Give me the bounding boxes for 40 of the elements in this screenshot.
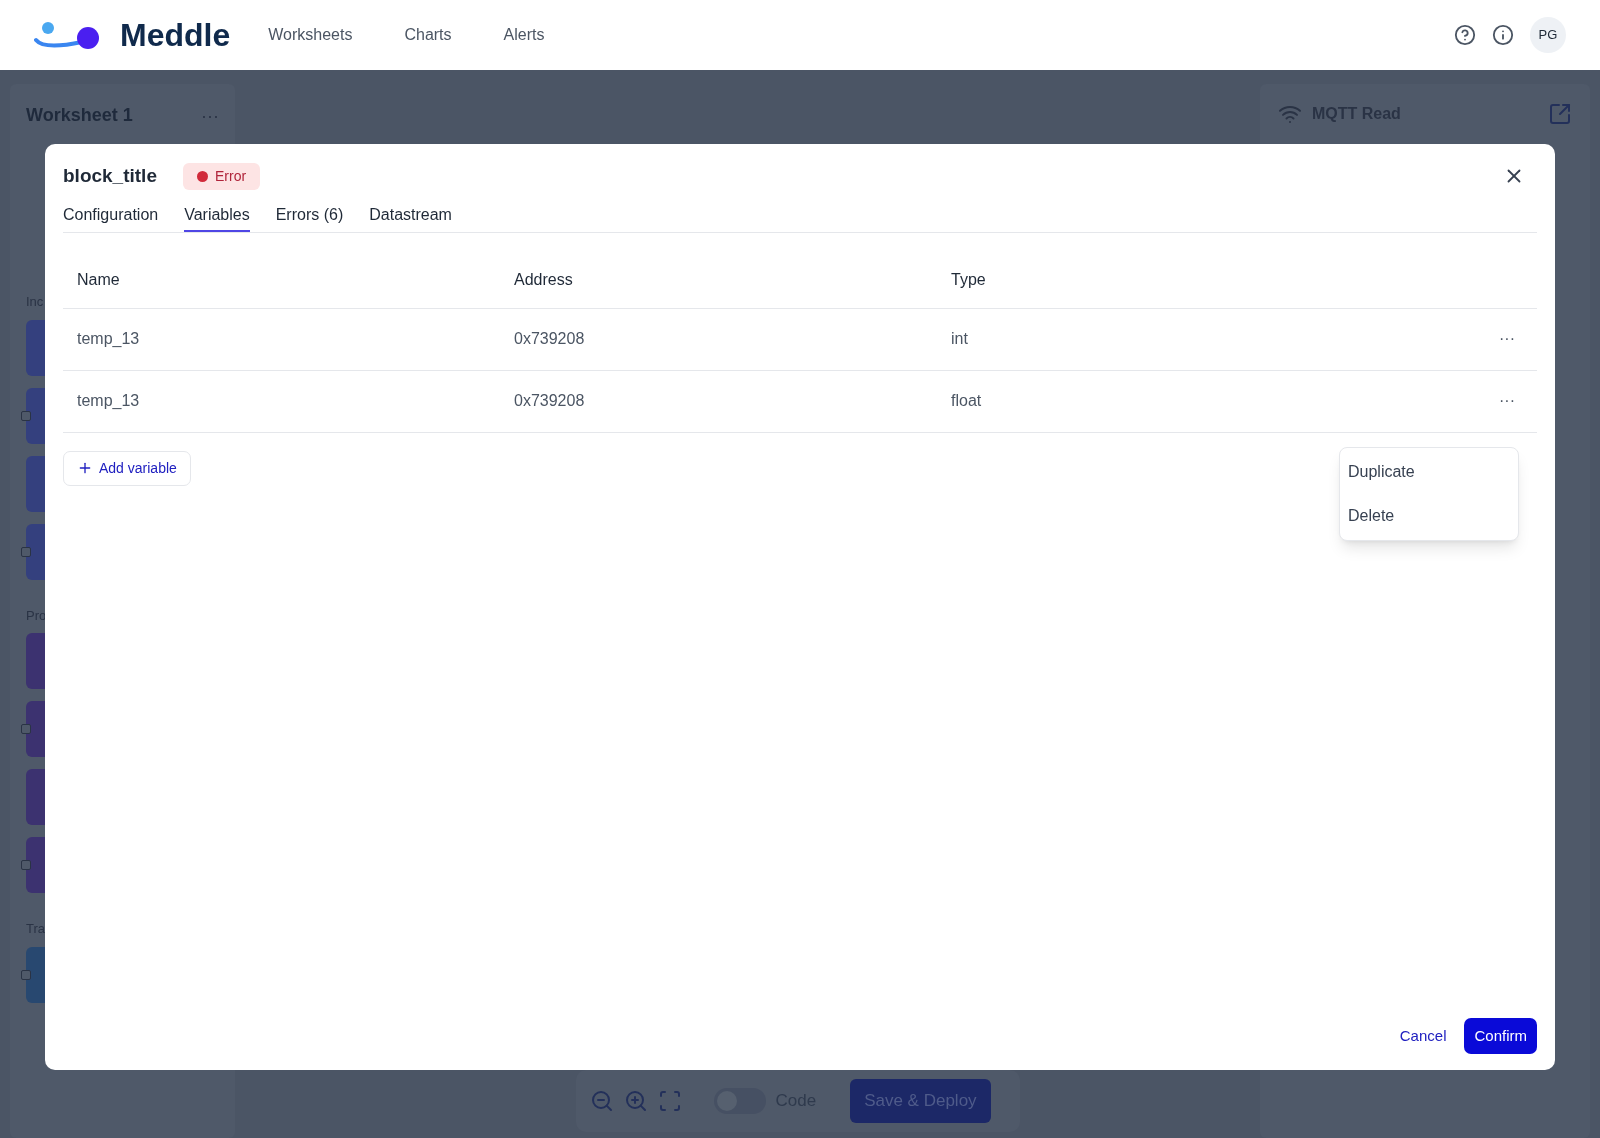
logo-text: Meddle xyxy=(120,16,231,55)
cancel-button[interactable]: Cancel xyxy=(1399,1024,1447,1048)
dialog-tab[interactable]: Configuration xyxy=(63,202,159,232)
dialog-tab[interactable]: Variables xyxy=(184,202,250,232)
nav-link[interactable]: Alerts xyxy=(503,23,545,47)
info-icon[interactable] xyxy=(1492,24,1514,46)
logo-icon xyxy=(34,20,100,50)
connector-handle[interactable] xyxy=(21,860,31,870)
table-cell-text: float xyxy=(951,391,983,411)
connector-handle[interactable] xyxy=(21,969,31,980)
help-icon[interactable] xyxy=(1454,24,1476,46)
status-badge: Error xyxy=(183,162,261,190)
nav-link[interactable]: Charts xyxy=(404,23,452,47)
expand-icon[interactable] xyxy=(1548,102,1572,126)
dialog-tab[interactable]: Datastream xyxy=(369,202,452,232)
table-cell-text: temp_13 xyxy=(77,391,141,411)
confirm-button[interactable]: Confirm xyxy=(1464,1018,1537,1054)
zoom-out-icon[interactable] xyxy=(589,1089,614,1113)
connector-handle[interactable] xyxy=(21,410,31,421)
menu-item[interactable]: Duplicate xyxy=(1340,449,1518,494)
plus-icon xyxy=(77,460,93,476)
avatar[interactable]: PG xyxy=(1530,17,1566,53)
connector-handle[interactable] xyxy=(21,546,31,557)
nav-link[interactable]: Worksheets xyxy=(268,23,353,47)
row-menu-icon[interactable]: ··· xyxy=(1499,393,1515,409)
column-header: Type xyxy=(951,270,987,290)
column-header: Name xyxy=(77,270,121,290)
zoom-in-icon[interactable] xyxy=(623,1089,648,1113)
fit-view-icon[interactable] xyxy=(657,1089,682,1113)
menu-item[interactable]: Delete xyxy=(1340,493,1518,538)
table-cell-text: int xyxy=(951,329,969,349)
add-variable-button[interactable]: Add variable xyxy=(63,450,191,486)
table-cell-text: 0x739208 xyxy=(514,391,586,411)
dialog-tab[interactable]: Errors (6) xyxy=(275,202,344,232)
row-menu-icon[interactable]: ··· xyxy=(1499,331,1515,347)
dialog-title: block_title xyxy=(63,164,157,188)
connector-handle[interactable] xyxy=(21,724,31,734)
table-cell-text: 0x739208 xyxy=(514,329,586,349)
table-cell-text: temp_13 xyxy=(77,329,141,349)
column-header: Address xyxy=(514,270,574,290)
